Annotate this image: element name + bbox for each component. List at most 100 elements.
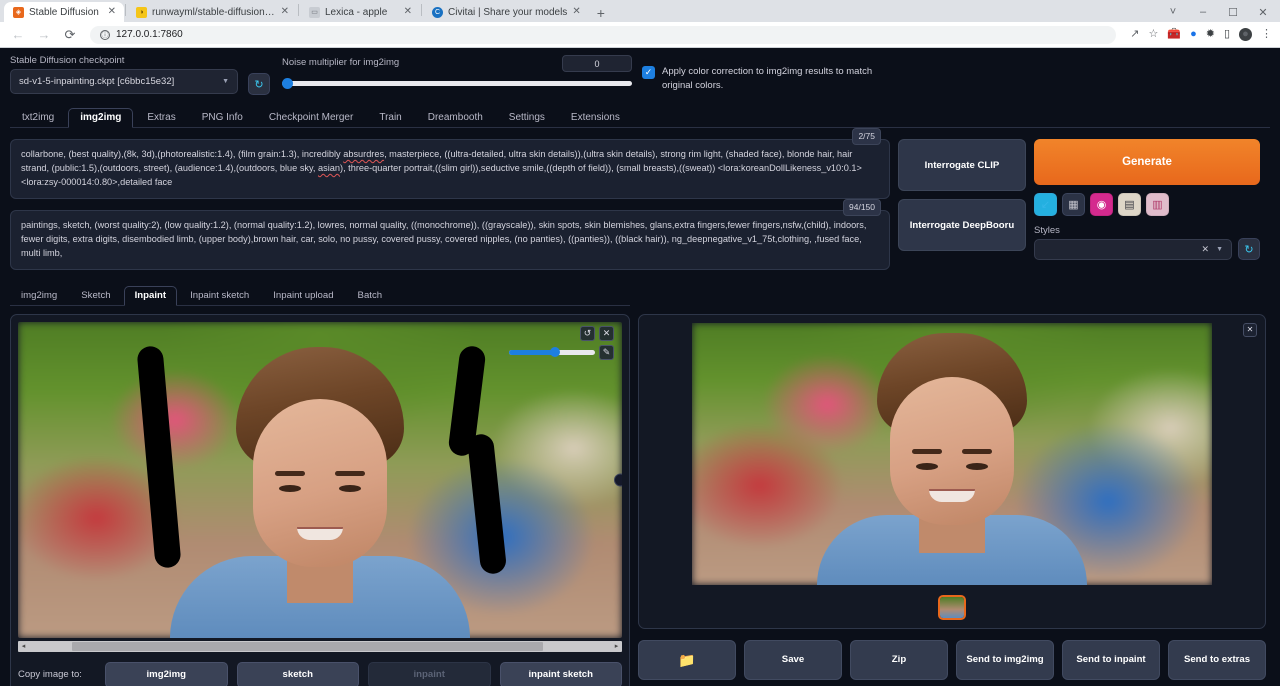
brush-slider-knob[interactable] [550,347,560,357]
tab-extensions[interactable]: Extensions [559,108,632,128]
tab-checkpoint-merger[interactable]: Checkpoint Merger [257,108,365,128]
blue-circle-icon[interactable]: ● [1190,29,1197,40]
send-to-extras-button[interactable]: Send to extras [1168,640,1266,680]
site-info-icon[interactable]: ⓘ [100,30,110,40]
prompt-misspelled-word-2: asian [318,163,340,173]
positive-prompt-textarea[interactable]: 2/75 collarbone, (best quality),(8k, 3d)… [10,139,890,199]
new-tab-button[interactable]: + [589,6,613,22]
result-thumbnail[interactable] [938,595,966,620]
bookmark-star-icon[interactable]: ☆ [1148,29,1158,40]
checkpoint-field: Stable Diffusion checkpoint sd-v1-5-inpa… [10,55,238,94]
scroll-right-icon[interactable]: ▸ [612,642,621,650]
canvas-horizontal-scrollbar[interactable]: ◂ ▸ [18,641,622,652]
arrow-restore-icon[interactable]: ↙ [1034,193,1057,216]
tab-dreambooth[interactable]: Dreambooth [416,108,495,128]
tab-txt2img[interactable]: txt2img [10,108,66,128]
color-correction-option[interactable]: ✓ Apply color correction to img2img resu… [642,55,882,93]
browser-tab-1[interactable]: ◑ runwayml/stable-diffusion-inpai ✕ [127,2,297,22]
slider-knob[interactable] [282,78,293,89]
negative-prompt-textarea[interactable]: 94/150 paintings, sketch, (worst quality… [10,210,890,270]
trash-icon[interactable]: ▦ [1062,193,1085,216]
save-button[interactable]: Save [744,640,842,680]
generate-button[interactable]: Generate [1034,139,1260,185]
close-icon[interactable]: ✕ [108,7,116,17]
subtab-inpaint-upload[interactable]: Inpaint upload [262,286,344,306]
toolbox-icon[interactable]: 🧰 [1167,29,1181,40]
browser-tab-title: Civitai | Share your models [448,7,567,18]
zip-button[interactable]: Zip [850,640,948,680]
copy-to-sketch-button[interactable]: sketch [237,662,360,686]
browser-tab-2[interactable]: ▭ Lexica - apple ✕ [300,2,420,22]
inpaint-panel: ↺ ✕ ✎ [10,306,630,686]
styles-dropdown[interactable]: ✕ ▼ [1034,239,1232,260]
brush-slider-fill [509,350,555,355]
color-correction-checkbox[interactable]: ✓ [642,66,655,79]
refresh-styles-button[interactable]: ↻ [1238,238,1260,260]
send-to-inpaint-button[interactable]: Send to inpaint [1062,640,1160,680]
minimize-button[interactable]: – [1188,2,1218,22]
paste-clipboard-icon[interactable]: ▤ [1118,193,1141,216]
refresh-checkpoint-button[interactable]: ↻ [248,73,270,95]
send-to-img2img-button[interactable]: Send to img2img [956,640,1054,680]
clear-canvas-icon[interactable]: ✕ [599,326,614,341]
scroll-left-icon[interactable]: ◂ [19,642,28,650]
share-icon[interactable]: ↗ [1130,29,1139,40]
result-image-content [692,323,1212,585]
brush-size-slider[interactable] [509,346,595,359]
browser-tab-3[interactable]: C Civitai | Share your models ✕ [423,2,589,22]
url-text: 127.0.0.1:7860 [116,29,183,40]
prompt-text-part1: collarbone, (best quality),(8k, 3d),(pho… [21,149,343,159]
scrollbar-thumb[interactable] [72,642,543,651]
tab-extras[interactable]: Extras [135,108,187,128]
undo-icon[interactable]: ↺ [580,326,595,341]
subtab-batch[interactable]: Batch [347,286,394,306]
open-folder-button[interactable]: 📁 [638,640,736,680]
negative-prompt-text: paintings, sketch, (worst quality:2), (l… [21,220,866,258]
tab-divider [421,4,422,16]
noise-multiplier-slider[interactable] [282,76,632,90]
close-icon[interactable]: ✕ [404,7,412,17]
source-image [18,322,622,638]
copy-to-inpaint-sketch-button[interactable]: inpaint sketch [500,662,623,686]
forward-icon[interactable]: → [34,27,54,42]
tab-train[interactable]: Train [367,108,413,128]
tab-search-icon[interactable]: ˅ [1158,2,1188,22]
extensions-puzzle-icon[interactable]: ✹ [1206,29,1215,40]
close-icon[interactable]: ✕ [281,7,289,17]
extra-networks-icon[interactable]: ◉ [1090,193,1113,216]
copy-image-row: Copy image to: img2img sketch inpaint in… [18,662,622,686]
interrogate-clip-button[interactable]: Interrogate CLIP [898,139,1026,191]
chrome-menu-icon[interactable]: ⋮ [1261,29,1272,40]
tab-png-info[interactable]: PNG Info [190,108,255,128]
close-window-button[interactable]: ✕ [1248,2,1278,22]
chevron-down-icon[interactable]: ▼ [1216,246,1223,253]
subtab-inpaint[interactable]: Inpaint [124,286,177,306]
styles-label: Styles [1034,225,1232,236]
browser-tab-0[interactable]: ◈ Stable Diffusion ✕ [4,2,124,22]
inpaint-canvas[interactable]: ↺ ✕ ✎ [18,322,622,638]
subtab-img2img[interactable]: img2img [10,286,68,306]
canvas-resize-handle[interactable] [614,473,622,486]
copy-to-img2img-button[interactable]: img2img [105,662,228,686]
close-icon[interactable]: ✕ [572,7,580,17]
browser-tab-title: Lexica - apple [325,7,399,18]
result-image[interactable] [692,323,1212,585]
tab-settings[interactable]: Settings [497,108,557,128]
close-icon[interactable]: ✕ [1243,323,1257,337]
browser-tab-strip: ◈ Stable Diffusion ✕ ◑ runwayml/stable-d… [0,0,1280,22]
tab-img2img[interactable]: img2img [68,108,133,128]
maximize-button[interactable]: ☐ [1218,2,1248,22]
interrogate-deepbooru-button[interactable]: Interrogate DeepBooru [898,199,1026,251]
clear-styles-icon[interactable]: ✕ [1202,244,1210,255]
back-icon[interactable]: ← [8,27,28,42]
subtab-inpaint-sketch[interactable]: Inpaint sketch [179,286,260,306]
subtab-sketch[interactable]: Sketch [70,286,121,306]
sidepanel-icon[interactable]: ▯ [1224,29,1230,40]
profile-avatar-icon[interactable]: ● [1239,28,1252,41]
brush-icon[interactable]: ✎ [599,345,614,360]
address-bar[interactable]: ⓘ 127.0.0.1:7860 [90,26,1116,44]
save-style-icon[interactable]: ▥ [1146,193,1169,216]
reload-icon[interactable]: ⟳ [60,27,80,43]
noise-multiplier-input[interactable]: 0 [562,55,632,72]
checkpoint-select[interactable]: sd-v1-5-inpainting.ckpt [c6bbc15e32] ▼ [10,69,238,94]
